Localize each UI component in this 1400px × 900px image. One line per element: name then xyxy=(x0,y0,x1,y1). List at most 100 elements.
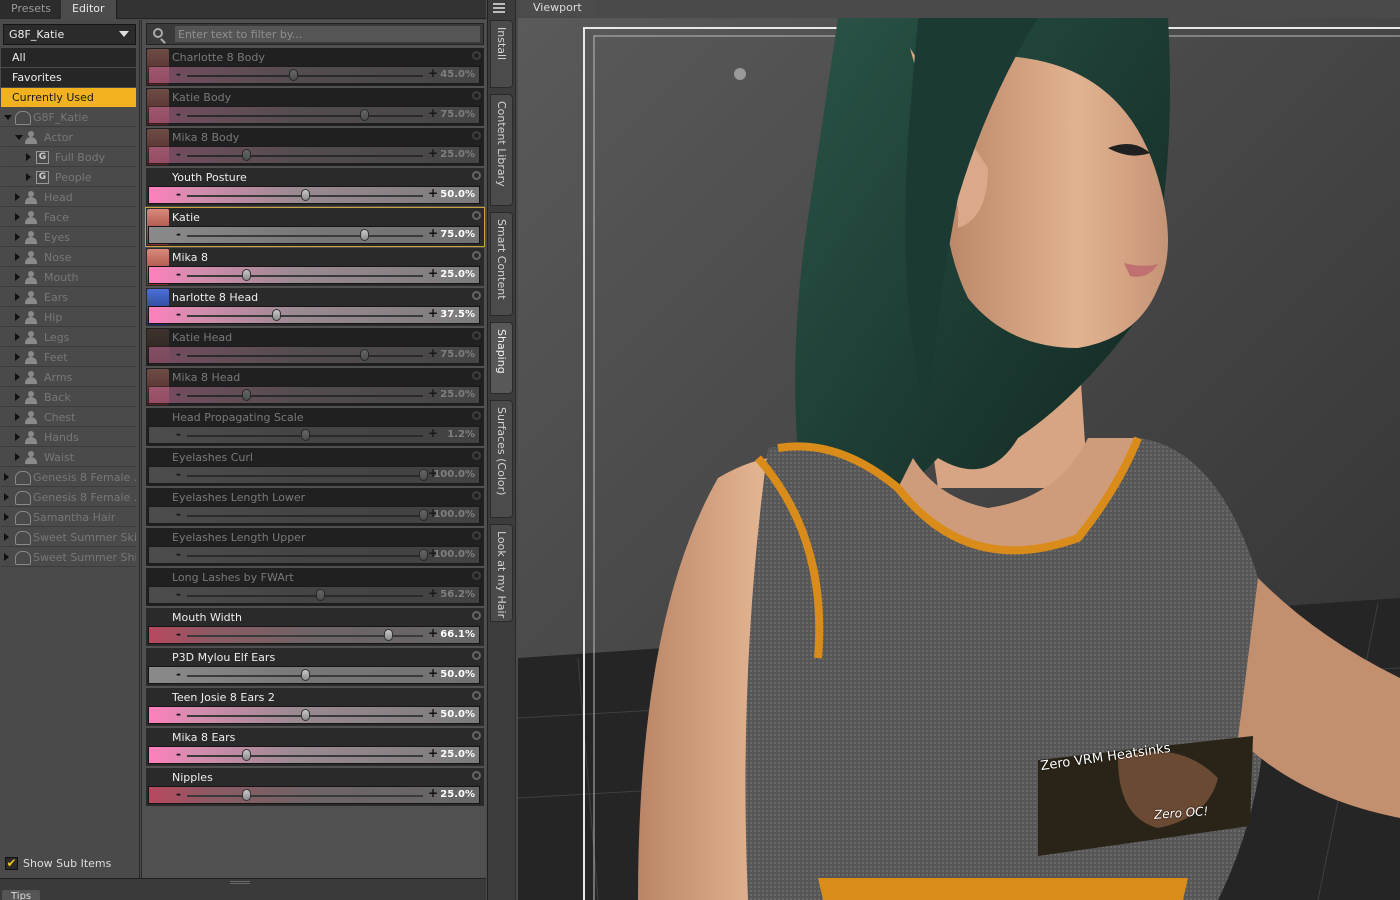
decrement-button[interactable]: - xyxy=(176,267,181,281)
slider-knob[interactable] xyxy=(419,469,428,481)
slider-track[interactable]: - +25.0% xyxy=(148,386,480,404)
increment-button[interactable]: + xyxy=(428,346,438,360)
gear-icon[interactable] xyxy=(472,691,481,700)
decrement-button[interactable]: - xyxy=(176,707,181,721)
slider-track[interactable]: - +25.0% xyxy=(148,146,480,164)
tree-item[interactable]: Ears xyxy=(1,288,136,307)
slider-row[interactable]: Teen Josie 8 Ears 2 - +50.0% xyxy=(146,688,484,726)
slider-knob[interactable] xyxy=(301,709,310,721)
tree-item[interactable]: Sweet Summer Shirt xyxy=(1,548,136,567)
tree-item[interactable]: Samantha Hair xyxy=(1,508,136,527)
gear-icon[interactable] xyxy=(472,331,481,340)
decrement-button[interactable]: - xyxy=(176,67,181,81)
slider-row[interactable]: Nipples - +25.0% xyxy=(146,768,484,806)
slider-value[interactable]: 1.2% xyxy=(447,429,475,440)
slider-value[interactable]: 50.0% xyxy=(440,709,475,720)
slider-value[interactable]: 100.0% xyxy=(433,509,475,520)
slider-row[interactable]: Eyelashes Length Upper - +100.0% xyxy=(146,528,484,566)
tree-item[interactable]: Genesis 8 Female ... xyxy=(1,468,136,487)
search-icon[interactable] xyxy=(153,28,163,38)
slider-value[interactable]: 56.2% xyxy=(440,589,475,600)
expand-right-icon[interactable] xyxy=(26,173,31,181)
slider-track[interactable]: - +100.0% xyxy=(148,506,480,524)
tab-tips[interactable]: Tips xyxy=(2,890,41,900)
gear-icon[interactable] xyxy=(472,611,481,620)
decrement-button[interactable]: - xyxy=(176,787,181,801)
slider-knob[interactable] xyxy=(360,349,369,361)
slider-value[interactable]: 25.0% xyxy=(440,149,475,160)
gear-icon[interactable] xyxy=(472,491,481,500)
slider-value[interactable]: 25.0% xyxy=(440,789,475,800)
gear-icon[interactable] xyxy=(472,731,481,740)
increment-button[interactable]: + xyxy=(428,626,438,640)
increment-button[interactable]: + xyxy=(428,666,438,680)
slider-knob[interactable] xyxy=(360,229,369,241)
tree-item[interactable]: Waist xyxy=(1,448,136,467)
slider-value[interactable]: 45.0% xyxy=(440,69,475,80)
slider-value[interactable]: 66.1% xyxy=(440,629,475,640)
slider-knob[interactable] xyxy=(315,589,325,601)
expand-right-icon[interactable] xyxy=(4,493,9,501)
tree-item[interactable]: Chest xyxy=(1,408,136,427)
slider-row[interactable]: Head Propagating Scale - +1.2% xyxy=(146,408,484,446)
expand-right-icon[interactable] xyxy=(15,353,20,361)
tree-item[interactable]: G8F_Katie xyxy=(1,108,136,127)
expand-right-icon[interactable] xyxy=(15,213,20,221)
gear-icon[interactable] xyxy=(472,771,481,780)
slider-value[interactable]: 37.5% xyxy=(440,309,475,320)
increment-button[interactable]: + xyxy=(428,586,438,600)
gear-icon[interactable] xyxy=(472,531,481,540)
expand-right-icon[interactable] xyxy=(15,333,20,341)
gear-icon[interactable] xyxy=(472,371,481,380)
slider-value[interactable]: 75.0% xyxy=(440,229,475,240)
slider-row[interactable]: Eyelashes Curl - +100.0% xyxy=(146,448,484,486)
slider-track[interactable]: - +45.0% xyxy=(148,66,480,84)
tree-item[interactable]: Hands xyxy=(1,428,136,447)
menu-icon[interactable] xyxy=(493,3,505,13)
decrement-button[interactable]: - xyxy=(176,107,181,121)
slider-knob[interactable] xyxy=(419,509,428,521)
decrement-button[interactable]: - xyxy=(176,667,181,681)
increment-button[interactable]: + xyxy=(428,426,438,440)
expand-right-icon[interactable] xyxy=(15,313,20,321)
expand-right-icon[interactable] xyxy=(4,513,9,521)
tree-item[interactable]: All xyxy=(1,48,136,67)
resize-grip-icon[interactable] xyxy=(230,881,250,884)
increment-button[interactable]: + xyxy=(428,146,438,160)
gear-icon[interactable] xyxy=(472,451,481,460)
tree-item[interactable]: Eyes xyxy=(1,228,136,247)
expand-right-icon[interactable] xyxy=(26,153,31,161)
slider-row[interactable]: Katie Head - +75.0% xyxy=(146,328,484,366)
slider-value[interactable]: 50.0% xyxy=(440,189,475,200)
slider-value[interactable]: 100.0% xyxy=(433,469,475,480)
expand-right-icon[interactable] xyxy=(15,413,20,421)
increment-button[interactable]: + xyxy=(428,226,438,240)
expand-right-icon[interactable] xyxy=(15,193,20,201)
slider-knob[interactable] xyxy=(301,189,310,201)
slider-track[interactable]: - +37.5% xyxy=(148,306,480,324)
increment-button[interactable]: + xyxy=(428,66,438,80)
slider-track[interactable]: - +100.0% xyxy=(148,466,480,484)
figure-select[interactable]: G8F_Katie xyxy=(3,24,136,45)
slider-track[interactable]: - +50.0% xyxy=(148,706,480,724)
tree-item[interactable]: Hip xyxy=(1,308,136,327)
tree-item[interactable]: Nose xyxy=(1,248,136,267)
decrement-button[interactable]: - xyxy=(176,347,181,361)
increment-button[interactable]: + xyxy=(428,746,438,760)
filter-input[interactable] xyxy=(175,26,480,42)
expand-right-icon[interactable] xyxy=(4,553,9,561)
decrement-button[interactable]: - xyxy=(176,747,181,761)
expand-right-icon[interactable] xyxy=(15,293,20,301)
slider-row[interactable]: Eyelashes Length Lower - +100.0% xyxy=(146,488,484,526)
slider-value[interactable]: 100.0% xyxy=(433,549,475,560)
slider-value[interactable]: 25.0% xyxy=(440,269,475,280)
gear-icon[interactable] xyxy=(472,411,481,420)
gear-icon[interactable] xyxy=(472,651,481,660)
slider-track[interactable]: - +75.0% xyxy=(148,226,480,244)
tree-item[interactable]: Head xyxy=(1,188,136,207)
expand-right-icon[interactable] xyxy=(15,433,20,441)
expand-right-icon[interactable] xyxy=(15,373,20,381)
increment-button[interactable]: + xyxy=(428,386,438,400)
decrement-button[interactable]: - xyxy=(176,307,181,321)
expand-right-icon[interactable] xyxy=(4,473,9,481)
